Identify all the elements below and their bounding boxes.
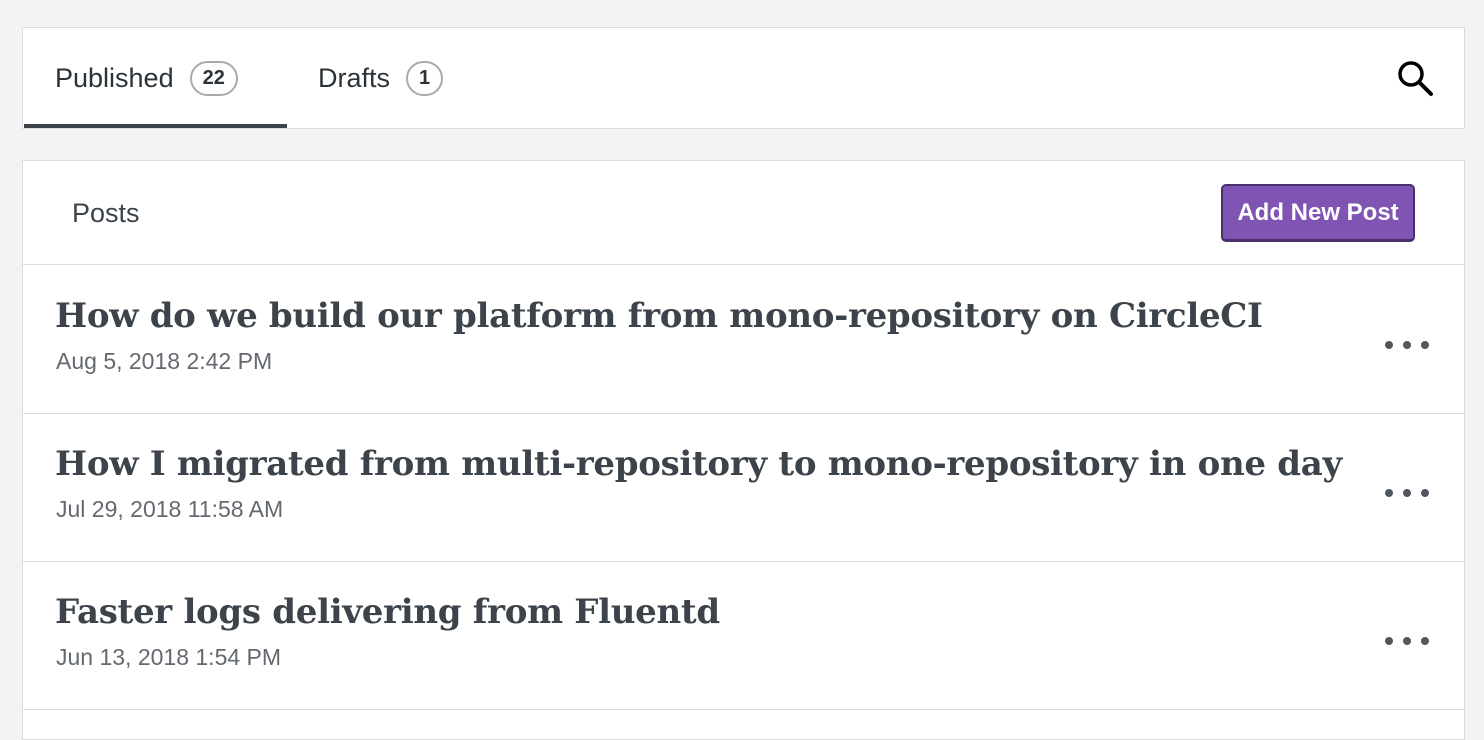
post-row[interactable]: How I migrated from multi-repository to … xyxy=(23,414,1464,562)
post-row[interactable]: How do we build our platform from mono-r… xyxy=(23,266,1464,414)
posts-heading: Posts xyxy=(72,198,140,228)
active-tab-indicator xyxy=(24,124,287,128)
ellipsis-icon-dot xyxy=(1385,341,1393,349)
post-title[interactable]: How I migrated from multi-repository to … xyxy=(55,444,1342,484)
posts-list-header: Posts Add New Post xyxy=(23,161,1464,265)
posts-list: Posts Add New Post How do we build our p… xyxy=(22,160,1465,740)
post-row[interactable]: Faster logs delivering from Fluentd Jun … xyxy=(23,562,1464,710)
ellipsis-icon-dot xyxy=(1403,489,1411,497)
ellipsis-icon-dot xyxy=(1385,489,1393,497)
post-date: Aug 5, 2018 2:42 PM xyxy=(56,348,273,374)
post-title[interactable]: Faster logs delivering from Fluentd xyxy=(55,592,720,632)
published-count-badge: 22 xyxy=(189,60,238,96)
post-date: Jun 13, 2018 1:54 PM xyxy=(56,644,282,670)
ellipsis-icon-dot xyxy=(1421,341,1429,349)
section-tabs: Published 22 Drafts 1 xyxy=(22,27,1465,129)
tab-drafts[interactable]: Drafts 1 xyxy=(318,28,488,128)
post-more-button[interactable] xyxy=(1385,626,1429,656)
tab-drafts-label: Drafts xyxy=(318,62,391,93)
add-new-post-button[interactable]: Add New Post xyxy=(1221,184,1415,242)
search-icon xyxy=(1398,61,1433,96)
ellipsis-icon-dot xyxy=(1421,637,1429,645)
ellipsis-icon-dot xyxy=(1403,341,1411,349)
post-more-button[interactable] xyxy=(1385,330,1429,360)
ellipsis-icon-dot xyxy=(1385,637,1393,645)
post-date: Jul 29, 2018 11:58 AM xyxy=(56,496,284,522)
post-more-button[interactable] xyxy=(1385,478,1429,508)
ellipsis-icon-dot xyxy=(1421,489,1429,497)
post-title[interactable]: How do we build our platform from mono-r… xyxy=(55,296,1263,336)
ellipsis-icon-dot xyxy=(1403,637,1411,645)
tab-published-label: Published xyxy=(55,62,174,93)
search-button[interactable] xyxy=(1395,58,1435,98)
tab-published[interactable]: Published 22 xyxy=(55,28,287,128)
drafts-count-badge: 1 xyxy=(406,60,444,96)
